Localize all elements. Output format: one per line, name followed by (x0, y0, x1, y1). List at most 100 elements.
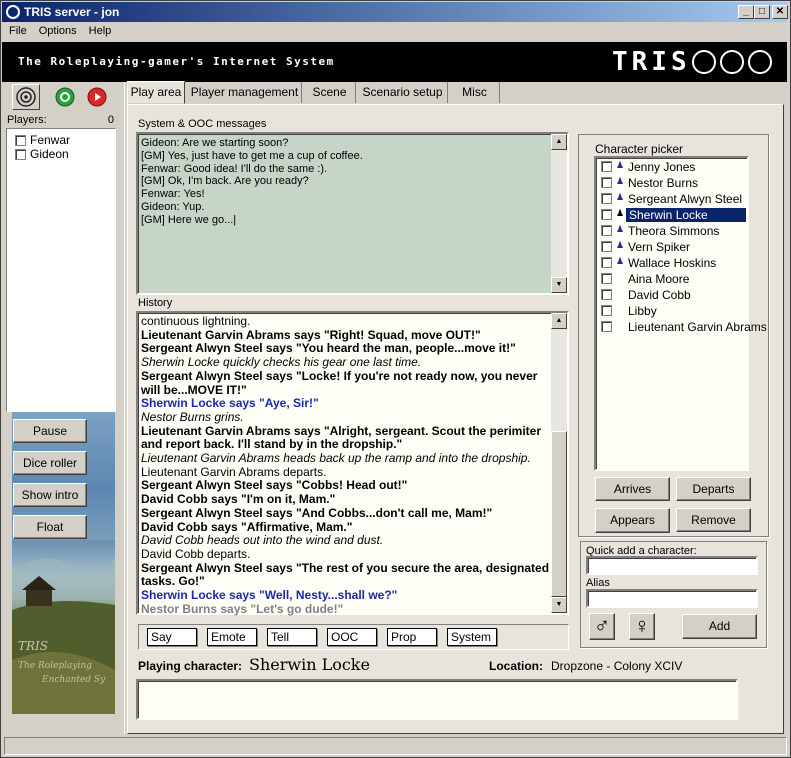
character-checkbox[interactable] (601, 289, 612, 300)
target-icon (16, 87, 36, 107)
character-name: Theora Simmons (628, 224, 720, 238)
player-item[interactable]: Gideon (15, 147, 69, 161)
character-name: Libby (628, 304, 657, 318)
minimize-button[interactable]: _ (738, 5, 754, 19)
history-line: Sergeant Alwyn Steel says "Cobbs! Head o… (141, 478, 408, 493)
character-item[interactable]: Aina Moore (598, 271, 748, 287)
character-checkbox[interactable] (601, 209, 612, 220)
character-name: Sherwin Locke (626, 208, 746, 222)
player-icon: ♟ (616, 160, 625, 170)
player-checkbox[interactable] (15, 135, 26, 147)
tab-scene[interactable]: Scene (304, 82, 356, 103)
character-checkbox[interactable] (601, 225, 612, 236)
player-icon: ♟ (616, 240, 625, 250)
sidebar-artwork: TRIS The Roleplaying Enchanted Sy (12, 540, 115, 714)
history-scrollbar[interactable]: ▲ ▼ (551, 313, 567, 613)
history-line: Sherwin Locke quickly checks his gear on… (141, 355, 422, 370)
character-item[interactable]: ♟ Wallace Hoskins (598, 255, 748, 271)
character-checkbox[interactable] (601, 305, 612, 316)
system-scrollbar[interactable]: ▲ ▼ (551, 134, 567, 293)
scroll-down-icon[interactable]: ▼ (551, 277, 567, 293)
dice-roller-button[interactable]: Dice roller (13, 451, 87, 475)
character-item[interactable]: ♟ Jenny Jones (598, 159, 748, 175)
playing-character-label: Playing character: (138, 659, 243, 673)
alias-label: Alias (586, 577, 610, 589)
scroll-down-icon[interactable]: ▼ (551, 597, 567, 613)
alias-input[interactable] (586, 589, 758, 608)
show-intro-button[interactable]: Show intro (13, 483, 87, 507)
location-value: Dropzone - Colony XCIV (551, 659, 683, 673)
character-name: Sergeant Alwyn Steel (628, 192, 743, 206)
character-item[interactable]: ♟ Nestor Burns (598, 175, 748, 191)
female-icon: ♀ (633, 613, 651, 638)
player-checkbox[interactable] (15, 149, 26, 161)
pause-button[interactable]: Pause (13, 419, 87, 443)
departs-button[interactable]: Departs (676, 477, 751, 501)
character-item[interactable]: ♟ Vern Spiker (598, 239, 748, 255)
players-header: Players: 0 (6, 114, 116, 128)
tris-logo: TRIS (612, 47, 691, 77)
connect-button[interactable] (54, 86, 76, 108)
players-list[interactable]: Fenwar Gideon (6, 128, 116, 412)
status-bar (4, 737, 787, 755)
ooc-button[interactable]: OOC (327, 628, 377, 646)
quick-add-input[interactable] (586, 556, 758, 575)
message-input[interactable] (136, 679, 738, 720)
character-checkbox[interactable] (601, 161, 612, 172)
remove-button[interactable]: Remove (676, 508, 751, 532)
arrives-button[interactable]: Arrives (595, 477, 670, 501)
system-line: Gideon: Are we starting soon? (141, 137, 289, 149)
system-button[interactable]: System (447, 628, 497, 646)
character-item[interactable]: ♟ Sherwin Locke (598, 207, 748, 223)
tab-play-area[interactable]: Play area (127, 81, 185, 104)
character-checkbox[interactable] (601, 257, 612, 268)
maximize-button[interactable]: □ (754, 5, 770, 19)
title-bar[interactable]: TRIS server - jon _ □ ✕ (2, 2, 788, 22)
add-button[interactable]: Add (682, 614, 757, 639)
say-button[interactable]: Say (147, 628, 197, 646)
history-box[interactable]: continuous lightning. Lieutenant Garvin A… (136, 311, 569, 615)
character-item[interactable]: ♟ Sergeant Alwyn Steel (598, 191, 748, 207)
close-button[interactable]: ✕ (772, 5, 788, 19)
character-checkbox[interactable] (601, 321, 612, 332)
history-label: History (138, 297, 173, 309)
character-checkbox[interactable] (601, 177, 612, 188)
scroll-up-icon[interactable]: ▲ (551, 134, 567, 150)
prop-button[interactable]: Prop (387, 628, 437, 646)
player-item[interactable]: Fenwar (15, 133, 70, 147)
character-list[interactable]: ♟ Jenny Jones ♟ Nestor Burns ♟ Sergeant Alwyn… (594, 156, 767, 471)
tab-misc[interactable]: Misc (450, 82, 500, 103)
female-button[interactable]: ♀ (629, 613, 655, 640)
history-line: David Cobb says "I'm on it, Mam." (141, 492, 336, 507)
menu-file[interactable]: File (2, 23, 32, 37)
menu-options[interactable]: Options (32, 23, 82, 37)
character-item[interactable]: ♟ Theora Simmons (598, 223, 748, 239)
disconnect-button[interactable] (86, 86, 108, 108)
svg-text:Enchanted Sy: Enchanted Sy (41, 675, 106, 685)
system-line: Fenwar: Good idea! I'll do the same :). (141, 162, 328, 175)
emote-button[interactable]: Emote (207, 628, 257, 646)
character-checkbox[interactable] (601, 273, 612, 284)
player-icon: ♟ (616, 224, 625, 234)
appears-button[interactable]: Appears (595, 508, 670, 533)
location-label: Location: (489, 659, 543, 673)
tab-player-management[interactable]: Player management (188, 82, 302, 103)
history-line: Lieutenant Garvin Abrams departs. (141, 464, 327, 479)
character-item[interactable]: Libby (598, 303, 748, 319)
banner-tagline: The Roleplaying-gamer's Internet System (18, 55, 335, 68)
float-button[interactable]: Float (13, 515, 87, 539)
male-icon: ♂ (593, 613, 611, 638)
scroll-up-icon[interactable]: ▲ (551, 313, 567, 329)
tab-scenario-setup[interactable]: Scenario setup (358, 82, 448, 103)
character-name: Wallace Hoskins (628, 256, 717, 270)
history-scroll-thumb[interactable] (551, 431, 567, 597)
character-checkbox[interactable] (601, 241, 612, 252)
character-checkbox[interactable] (601, 193, 612, 204)
system-messages-box[interactable]: Gideon: Are we starting soon? [GM] Yes, … (136, 132, 569, 295)
character-item[interactable]: Lieutenant Garvin Abrams (598, 319, 767, 335)
menu-help[interactable]: Help (82, 23, 117, 37)
target-button[interactable] (12, 84, 40, 110)
male-button[interactable]: ♂ (589, 613, 615, 640)
character-item[interactable]: David Cobb (598, 287, 748, 303)
tell-button[interactable]: Tell (267, 628, 317, 646)
